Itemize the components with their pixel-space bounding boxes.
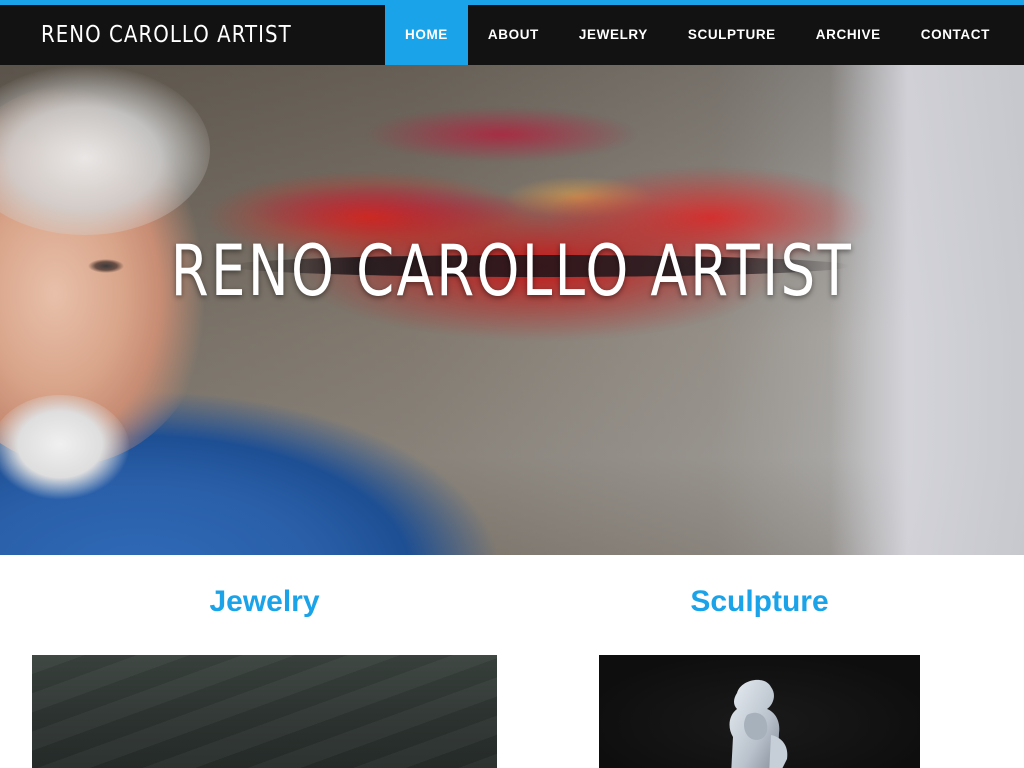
jewelry-thumbnail-image[interactable] bbox=[32, 655, 497, 768]
nav-item-about[interactable]: ABOUT bbox=[468, 5, 559, 65]
top-accent-bar bbox=[0, 0, 1024, 5]
main-nav: HOME ABOUT JEWELRY SCULPTURE ARCHIVE CON… bbox=[385, 5, 1010, 65]
nav-item-home[interactable]: HOME bbox=[385, 5, 468, 65]
site-title-link[interactable]: RENO CAROLLO ARTIST bbox=[41, 5, 292, 65]
hero-title: RENO CAROLLO ARTIST bbox=[170, 230, 854, 312]
nav-item-archive[interactable]: ARCHIVE bbox=[796, 5, 901, 65]
page: RENO CAROLLO ARTIST HOME ABOUT JEWELRY S… bbox=[0, 0, 1024, 768]
hero-banner: RENO CAROLLO ARTIST bbox=[0, 65, 1024, 555]
site-header: RENO CAROLLO ARTIST HOME ABOUT JEWELRY S… bbox=[0, 5, 1024, 65]
sculpture-heading-link[interactable]: Sculpture bbox=[527, 585, 992, 619]
jewelry-heading-link[interactable]: Jewelry bbox=[32, 585, 497, 619]
nav-item-contact[interactable]: CONTACT bbox=[901, 5, 1010, 65]
nav-item-jewelry[interactable]: JEWELRY bbox=[559, 5, 668, 65]
nav-item-sculpture[interactable]: SCULPTURE bbox=[668, 5, 796, 65]
sculpture-figure-shape bbox=[729, 679, 788, 768]
sculpture-thumbnail-image[interactable] bbox=[599, 655, 920, 768]
